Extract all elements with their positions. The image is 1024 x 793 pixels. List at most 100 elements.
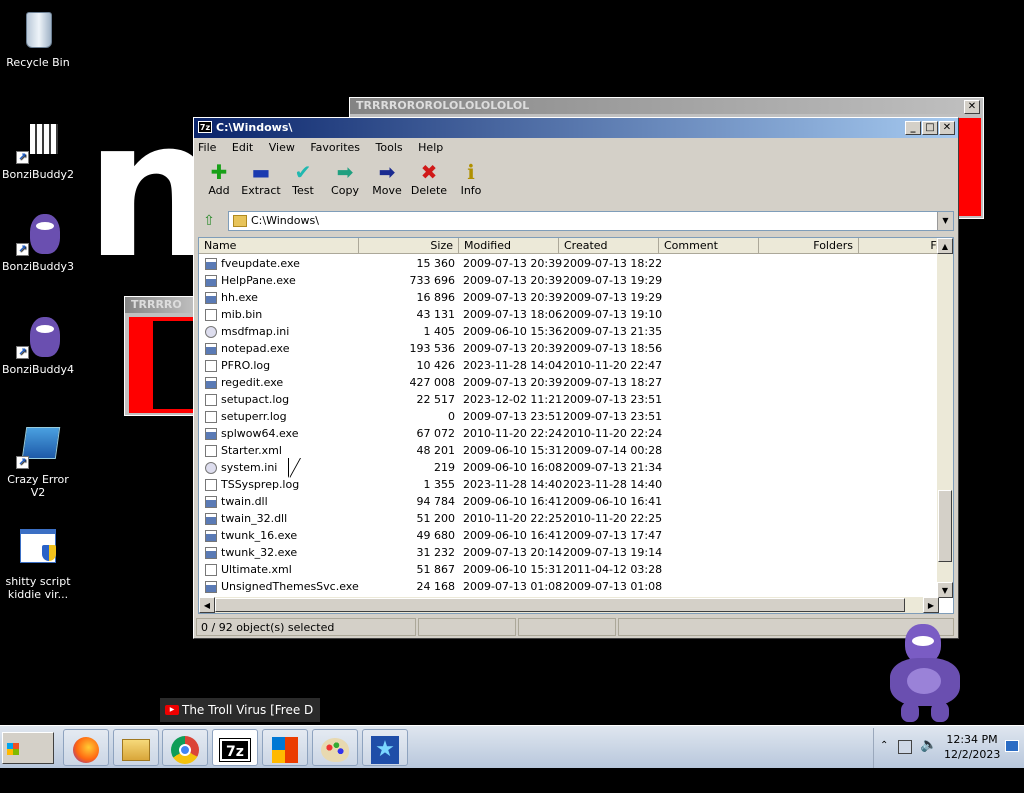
desktop-icon-bonzibuddy3[interactable]: ↗ BonziBuddy3 bbox=[0, 212, 76, 273]
close-button[interactable]: ✕ bbox=[939, 121, 955, 135]
background-troll-window-2[interactable]: TRRRRO bbox=[124, 296, 196, 416]
cell-size: 43 131 bbox=[416, 308, 456, 321]
menu-help[interactable]: Help bbox=[418, 141, 443, 154]
toolbar-button-label: Add bbox=[208, 184, 230, 197]
clock-time: 12:34 PM bbox=[946, 733, 998, 746]
table-row[interactable]: PFRO.log 10 426 2023-11-28 14:04 2010-11-20… bbox=[199, 357, 939, 374]
close-button[interactable]: ✕ bbox=[964, 100, 980, 114]
clock-date: 12/2/2023 bbox=[944, 748, 1001, 761]
table-row[interactable]: UnsignedThemesSvc.exe 24 168 2009-07-13 01… bbox=[199, 578, 939, 595]
scroll-right-arrow-icon[interactable]: ▶ bbox=[923, 597, 939, 613]
network-icon[interactable] bbox=[898, 740, 912, 754]
youtube-icon: ▶ bbox=[165, 705, 179, 715]
cell-created: 2010-11-20 22:25 bbox=[563, 512, 663, 525]
column-header-folders[interactable]: Folders bbox=[759, 238, 859, 254]
cell-name: mib.bin bbox=[221, 308, 263, 321]
desktop-icon-crazy-error[interactable]: ↗ Crazy Error V2 bbox=[0, 425, 76, 499]
executable-file-icon bbox=[205, 377, 217, 389]
desktop-icon-bonzibuddy2[interactable]: ↗ BonziBuddy2 bbox=[0, 120, 76, 181]
desktop-icon-bonzibuddy4[interactable]: ↗ BonziBuddy4 bbox=[0, 315, 76, 376]
minimize-button[interactable]: _ bbox=[905, 121, 921, 135]
taskbar-paint[interactable] bbox=[312, 729, 358, 766]
table-row[interactable]: mib.bin 43 131 2009-07-13 18:06 2009-07-13 … bbox=[199, 306, 939, 323]
table-row[interactable]: Ultimate.xml 51 867 2009-06-10 15:31 2011-0… bbox=[199, 561, 939, 578]
table-row[interactable]: twunk_32.exe 31 232 2009-07-13 20:14 2009-0… bbox=[199, 544, 939, 561]
table-row[interactable]: twunk_16.exe 49 680 2009-06-10 16:41 2009-0… bbox=[199, 527, 939, 544]
toolbar-info-button[interactable]: ℹ Info bbox=[450, 160, 492, 202]
table-row[interactable]: msdfmap.ini 1 405 2009-06-10 15:36 2009-07-… bbox=[199, 323, 939, 340]
chevron-down-icon[interactable]: ▼ bbox=[937, 212, 953, 230]
menu-view[interactable]: View bbox=[269, 141, 295, 154]
table-row[interactable]: Starter.xml 48 201 2009-06-10 15:31 2009-07… bbox=[199, 442, 939, 459]
start-button[interactable]: Start bbox=[2, 732, 54, 785]
status-pane bbox=[518, 618, 616, 636]
title-bar[interactable]: 7z C:\Windows\ _ □ ✕ bbox=[194, 118, 958, 138]
column-header-files[interactable]: Fi bbox=[859, 238, 945, 254]
table-row[interactable]: fveupdate.exe 15 360 2009-07-13 20:39 2009-… bbox=[199, 255, 939, 272]
table-row[interactable]: regedit.exe 427 008 2009-07-13 20:39 2009-0… bbox=[199, 374, 939, 391]
scroll-down-arrow-icon[interactable]: ▼ bbox=[937, 582, 953, 598]
toolbar-test-button[interactable]: ✔ Test bbox=[282, 160, 324, 202]
table-row[interactable]: twain.dll 94 784 2009-06-10 16:41 2009-06-1… bbox=[199, 493, 939, 510]
toolbar-copy-button[interactable]: ➡ Copy bbox=[324, 160, 366, 202]
desktop-icon-script[interactable]: shitty script kiddie vir... bbox=[0, 527, 76, 601]
tooltip-text: The Troll Virus [Free D bbox=[182, 703, 314, 717]
address-input[interactable]: C:\Windows\ ▼ bbox=[228, 211, 954, 231]
desktop-icon-recycle-bin[interactable]: Recycle Bin bbox=[0, 8, 76, 69]
show-hidden-icons-chevron-icon[interactable]: ⌃ bbox=[880, 740, 888, 751]
column-header-created[interactable]: Created bbox=[559, 238, 659, 254]
table-row[interactable]: hh.exe 16 896 2009-07-13 20:39 2009-07-13 1… bbox=[199, 289, 939, 306]
cell-created: 2010-11-20 22:24 bbox=[563, 427, 663, 440]
horizontal-scrollbar[interactable]: ◀ ▶ bbox=[199, 597, 939, 613]
show-desktop-icon[interactable] bbox=[1005, 740, 1019, 752]
toolbar-add-button[interactable]: ✚ Add bbox=[198, 160, 240, 202]
scroll-up-arrow-icon[interactable]: ▲ bbox=[937, 238, 953, 254]
column-header-comment[interactable]: Comment bbox=[659, 238, 759, 254]
table-row[interactable]: setuperr.log 0 2009-07-13 23:51 2009-07-13 … bbox=[199, 408, 939, 425]
toolbar-extract-button[interactable]: ▬ Extract bbox=[240, 160, 282, 202]
cell-name: splwow64.exe bbox=[221, 427, 299, 440]
taskbar-firefox[interactable] bbox=[63, 729, 109, 766]
menu-file[interactable]: File bbox=[198, 141, 216, 154]
vertical-scrollbar[interactable]: ▲ ▼ bbox=[937, 238, 953, 598]
cell-modified: 2009-06-10 15:36 bbox=[463, 325, 563, 338]
table-row[interactable]: setupact.log 22 517 2023-12-02 11:21 2009-0… bbox=[199, 391, 939, 408]
scroll-left-arrow-icon[interactable]: ◀ bbox=[199, 597, 215, 613]
cell-modified: 2010-11-20 22:25 bbox=[463, 512, 563, 525]
taskbar-office[interactable] bbox=[262, 729, 308, 766]
toolbar-delete-button[interactable]: ✖ Delete bbox=[408, 160, 450, 202]
scroll-thumb[interactable] bbox=[215, 598, 905, 612]
table-row[interactable]: splwow64.exe 67 072 2010-11-20 22:24 2010-1… bbox=[199, 425, 939, 442]
column-header-name[interactable]: Name bbox=[199, 238, 359, 254]
cell-size: 48 201 bbox=[416, 444, 456, 457]
taskbar-chrome[interactable] bbox=[162, 729, 208, 766]
table-row[interactable]: HelpPane.exe 733 696 2009-07-13 20:39 2009-… bbox=[199, 272, 939, 289]
cell-size: 1 355 bbox=[423, 478, 456, 491]
table-row[interactable]: twain_32.dll 51 200 2010-11-20 22:25 2010-1… bbox=[199, 510, 939, 527]
chrome-icon bbox=[171, 735, 199, 764]
taskbar-explorer[interactable] bbox=[113, 729, 159, 766]
status-pane bbox=[418, 618, 516, 636]
scroll-thumb[interactable] bbox=[938, 490, 952, 562]
clock[interactable]: 12:34 PM 12/2/2023 bbox=[944, 732, 1000, 762]
table-row[interactable]: notepad.exe 193 536 2009-07-13 20:39 2009-0… bbox=[199, 340, 939, 357]
desktop-icon-label: Crazy Error V2 bbox=[7, 473, 69, 499]
column-header-modified[interactable]: Modified bbox=[459, 238, 559, 254]
menu-edit[interactable]: Edit bbox=[232, 141, 253, 154]
volume-icon[interactable]: 🔈 bbox=[920, 737, 937, 753]
toolbar-move-button[interactable]: ➡ Move bbox=[366, 160, 408, 202]
maximize-button[interactable]: □ bbox=[922, 121, 938, 135]
up-folder-icon[interactable]: ⇧ bbox=[198, 210, 220, 232]
bonzi-buddy-gorilla[interactable] bbox=[885, 624, 965, 724]
menu-tools[interactable]: Tools bbox=[376, 141, 403, 154]
table-row[interactable]: TSSysprep.log 1 355 2023-11-28 14:40 2023-1… bbox=[199, 476, 939, 493]
table-row[interactable]: system.ini 219 2009-06-10 16:08 2009-07-13 … bbox=[199, 459, 939, 476]
taskbar-star-app[interactable]: ★ bbox=[362, 729, 408, 766]
7zip-file-manager-window[interactable]: 7z C:\Windows\ _ □ ✕ File Edit View Favor… bbox=[193, 117, 959, 639]
file-list[interactable]: Name Size Modified Created Comment Folde… bbox=[198, 237, 954, 614]
column-header-size[interactable]: Size bbox=[359, 238, 459, 254]
taskbar-7zip[interactable]: 7z bbox=[212, 729, 258, 766]
menu-favorites[interactable]: Favorites bbox=[310, 141, 360, 154]
cell-created: 2009-06-10 16:41 bbox=[563, 495, 663, 508]
cell-created: 2023-11-28 14:40 bbox=[563, 478, 663, 491]
